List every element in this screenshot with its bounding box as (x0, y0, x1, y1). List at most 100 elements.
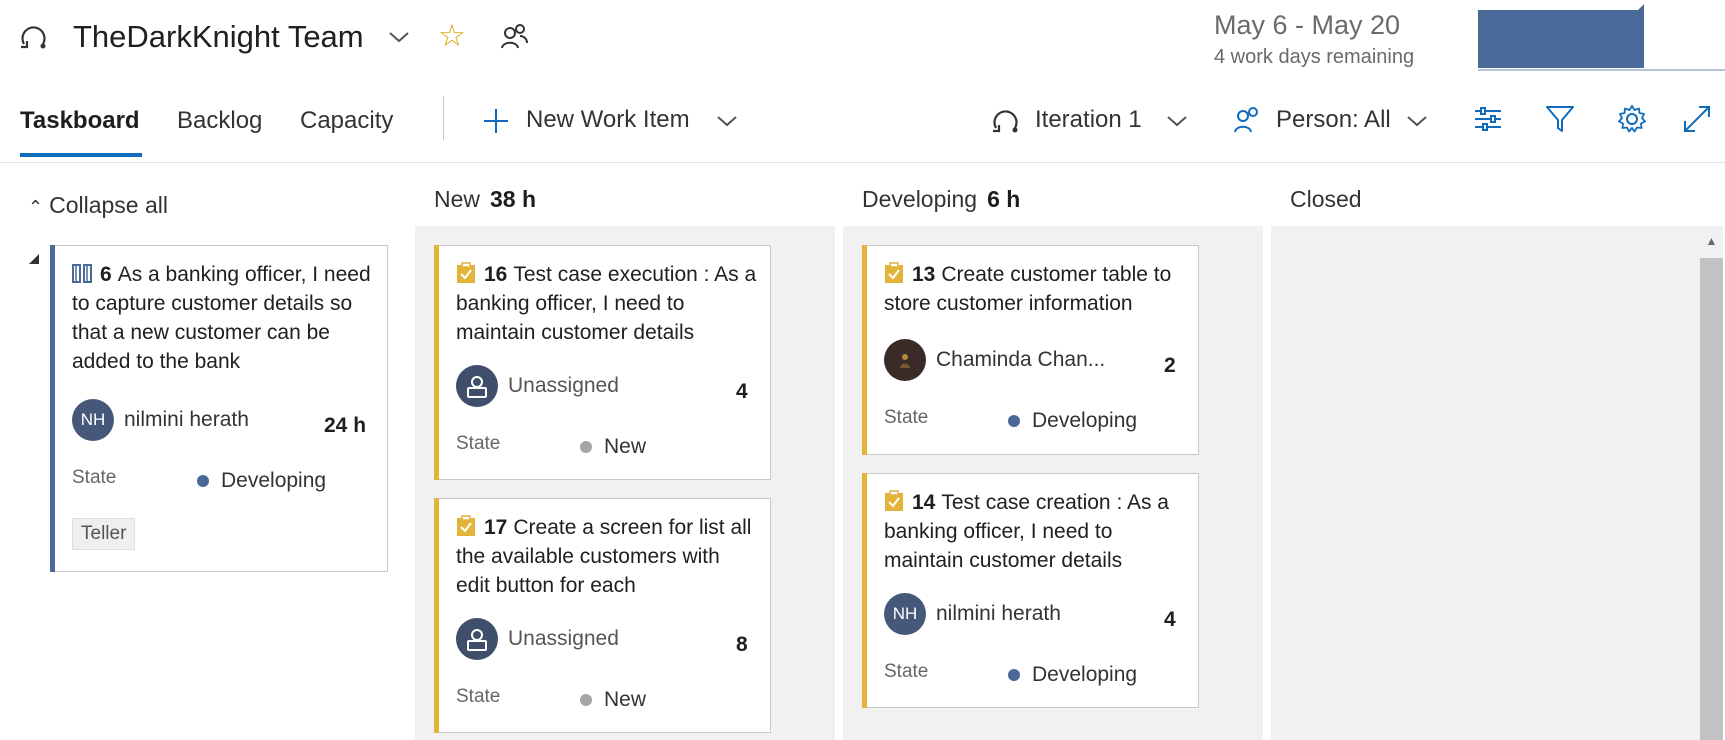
state-text: New (604, 688, 647, 711)
task-card[interactable]: 14 Test case creation : As a banking offi… (862, 473, 1199, 708)
avatar (884, 339, 926, 381)
card-assignee[interactable]: NH nilmini herath (884, 593, 1061, 635)
task-card[interactable]: 17 Create a screen for list all the avail… (434, 498, 771, 733)
assignee-name: nilmini herath (124, 408, 249, 431)
tab-taskboard[interactable]: Taskboard (20, 107, 140, 135)
chevron-down-icon[interactable] (1406, 114, 1428, 128)
card-assignee[interactable]: Unassigned (456, 618, 619, 660)
collapse-all-button[interactable]: ⌃ Collapse all (28, 192, 168, 219)
avatar: NH (884, 593, 926, 635)
book-icon (72, 262, 92, 284)
task-clipboard-icon (884, 262, 904, 284)
toolbar-divider (443, 96, 444, 140)
card-color-bar (50, 245, 55, 572)
expand-triangle-icon[interactable] (28, 252, 40, 264)
column-hours: 6 h (987, 186, 1021, 212)
chevron-down-icon[interactable] (716, 114, 738, 128)
card-color-bar (434, 498, 439, 733)
column-header-new: New 38 h (434, 186, 536, 213)
card-title: 6 As a banking officer, I need to capture… (72, 260, 375, 376)
state-value[interactable]: New (580, 435, 646, 459)
task-clipboard-icon (456, 262, 476, 284)
team-members-icon[interactable] (500, 22, 528, 50)
card-id: 16 (484, 263, 508, 286)
card-title: 17 Create a screen for list all the avail… (456, 513, 758, 600)
card-assignee[interactable]: Chaminda Chan... (884, 339, 1105, 381)
card-title: 16 Test case execution : As a banking off… (456, 260, 758, 347)
card-id: 14 (912, 491, 936, 514)
state-dot-icon (1008, 669, 1020, 681)
burndown-mini-chart[interactable] (1478, 0, 1725, 74)
state-value[interactable]: Developing (1008, 663, 1137, 687)
scrollbar-thumb[interactable] (1700, 258, 1723, 740)
state-text: Developing (1032, 409, 1138, 432)
collapse-all-label: Collapse all (49, 192, 168, 218)
task-card[interactable]: 13 Create customer table to store custome… (862, 245, 1199, 455)
iteration-icon (990, 106, 1020, 136)
header-divider (0, 162, 1725, 163)
backlog-item-card[interactable]: 6 As a banking officer, I need to capture… (50, 245, 388, 572)
card-assignee[interactable]: Unassigned (456, 365, 619, 407)
state-label: State (884, 661, 929, 682)
filter-icon[interactable] (1545, 104, 1575, 134)
task-card[interactable]: 16 Test case execution : As a banking off… (434, 245, 771, 480)
iteration-picker[interactable]: Iteration 1 (1035, 106, 1142, 134)
card-color-bar (862, 245, 867, 455)
assignee-name: Unassigned (508, 374, 619, 397)
settings-sliders-icon[interactable] (1473, 104, 1503, 134)
avatar: NH (72, 399, 114, 441)
card-color-bar (862, 473, 867, 708)
chevron-down-icon[interactable] (388, 30, 410, 44)
tag[interactable]: Teller (72, 518, 136, 550)
column-name: Developing (862, 186, 978, 212)
column-hours: 38 h (490, 186, 537, 212)
card-hours[interactable]: 4 (736, 380, 748, 404)
unassigned-avatar-icon (456, 618, 498, 660)
card-hours[interactable]: 24 h (324, 414, 366, 438)
state-label: State (456, 433, 501, 454)
state-text: New (604, 435, 647, 458)
card-id: 17 (484, 516, 508, 539)
state-dot-icon (580, 441, 592, 453)
plus-icon[interactable] (481, 106, 511, 136)
unassigned-avatar-icon (456, 365, 498, 407)
iteration-dates: May 6 - May 20 (1214, 10, 1401, 40)
state-value[interactable]: New (580, 688, 646, 712)
state-value[interactable]: Developing (1008, 409, 1137, 433)
column-name: New (434, 186, 481, 212)
card-title-text: As a banking officer, I need to capture … (72, 263, 371, 373)
column-name: Closed (1290, 186, 1362, 212)
card-hours[interactable]: 4 (1164, 608, 1176, 632)
card-color-bar (434, 245, 439, 480)
card-hours[interactable]: 8 (736, 633, 748, 657)
new-work-item-button[interactable]: New Work Item (526, 106, 690, 134)
favorite-star-icon[interactable]: ☆ (438, 20, 466, 51)
scroll-up-arrow-icon[interactable]: ▲ (1700, 232, 1723, 250)
state-dot-icon (197, 475, 209, 487)
chevron-down-icon[interactable] (1166, 114, 1188, 128)
card-title: 13 Create customer table to store custome… (884, 260, 1186, 318)
person-icon (1232, 104, 1262, 134)
assignee-name: Chaminda Chan... (936, 348, 1106, 371)
person-filter[interactable]: Person: All (1276, 106, 1391, 134)
task-clipboard-icon (456, 515, 476, 537)
work-days-remaining: 4 work days remaining (1214, 46, 1415, 68)
fullscreen-icon[interactable] (1682, 104, 1712, 134)
active-tab-indicator (20, 153, 142, 157)
card-title: 14 Test case creation : As a banking offi… (884, 488, 1186, 575)
column-header-closed: Closed (1290, 186, 1362, 213)
tab-backlog[interactable]: Backlog (177, 107, 262, 135)
tab-capacity[interactable]: Capacity (300, 107, 393, 135)
card-assignee[interactable]: NH nilmini herath (72, 399, 249, 441)
team-name[interactable]: TheDarkKnight Team (73, 19, 364, 55)
state-value[interactable]: Developing (197, 469, 326, 493)
team-iteration-icon (18, 22, 48, 52)
task-clipboard-icon (884, 490, 904, 512)
gear-icon[interactable] (1617, 104, 1647, 134)
assignee-name: nilmini herath (936, 602, 1061, 625)
state-label: State (884, 407, 929, 428)
column-header-developing: Developing 6 h (862, 186, 1020, 213)
card-hours[interactable]: 2 (1164, 354, 1176, 378)
assignee-name: Unassigned (508, 627, 619, 650)
state-text: Developing (1032, 663, 1138, 686)
